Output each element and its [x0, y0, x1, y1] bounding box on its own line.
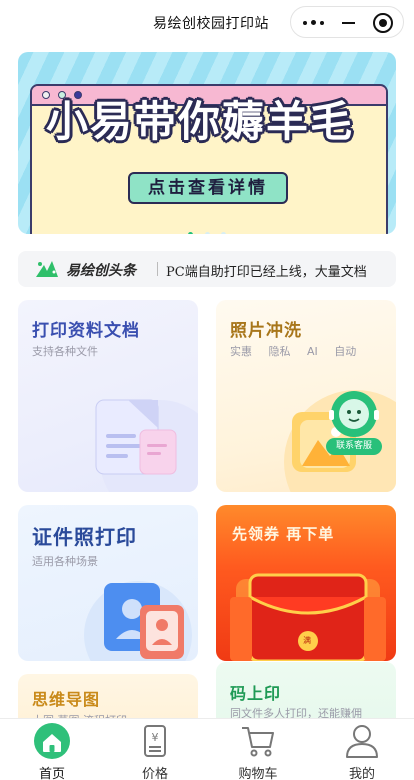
tab-home[interactable]: 首页: [12, 719, 92, 780]
coupon-card[interactable]: 先领券 再下单 满: [216, 505, 396, 661]
mini-program-capsule: [290, 6, 404, 38]
ticker-headline[interactable]: PC端自助打印已经上线，大量文档: [166, 261, 396, 280]
minimize-icon[interactable]: [337, 16, 361, 30]
tab-price[interactable]: ¥ 价格: [115, 719, 195, 780]
banner-headline: 小易带你薅羊毛: [45, 97, 354, 146]
tab-label: 价格: [141, 767, 168, 780]
tab-label: 购物车: [238, 767, 278, 780]
card-subtitle: 支持各种文件: [32, 345, 98, 358]
carousel-indicator: [18, 222, 396, 234]
svg-text:¥: ¥: [152, 731, 159, 744]
app-page: 易绘创校园打印站 小易带你薅羊毛 点击查看详情 易绘创头条 PC端自助打印已经上…: [0, 0, 414, 780]
card-title: 证件照打印: [32, 525, 137, 549]
banner-details-button[interactable]: 点击查看详情: [128, 172, 288, 204]
tab-profile[interactable]: 我的: [322, 719, 402, 780]
tab-cart[interactable]: 购物车: [218, 719, 298, 780]
ticker-divider: [157, 262, 158, 276]
card-tag: 自动: [334, 345, 357, 358]
document-icon: [95, 399, 198, 492]
promo-banner[interactable]: 小易带你薅羊毛 点击查看详情: [18, 52, 396, 234]
card-tag: AI: [307, 345, 318, 358]
cart-icon: [242, 727, 274, 757]
card-tags: 实惠 隐私 AI 自动: [230, 343, 369, 359]
price-icon: ¥: [144, 725, 166, 757]
red-envelope-icon: [230, 573, 386, 661]
bottom-tab-bar: 首页 ¥ 价格 购物车 我的: [0, 718, 414, 780]
photo-printing-card[interactable]: 照片冲洗 实惠 隐私 AI 自动 联系客服: [216, 300, 396, 492]
id-photo-icon: [84, 581, 192, 661]
more-options-icon[interactable]: [301, 16, 331, 30]
tab-label: 我的: [348, 767, 375, 780]
home-icon: [34, 723, 70, 759]
ticker-brand: 易绘创头条: [66, 263, 136, 279]
coupon-badge: 满: [303, 636, 311, 645]
card-title: 打印资料文档: [32, 321, 140, 341]
customer-service-widget[interactable]: 联系客服: [324, 390, 384, 456]
tab-label: 首页: [38, 767, 65, 780]
customer-service-label: 联系客服: [326, 438, 382, 455]
news-ticker[interactable]: 易绘创头条 PC端自助打印已经上线，大量文档: [18, 251, 396, 287]
card-title: 码上印: [230, 684, 282, 703]
carousel-dot[interactable]: [188, 232, 194, 234]
coupon-title: 先领券 再下单: [232, 525, 335, 543]
id-photo-card[interactable]: 证件照打印 适用各种场景: [18, 505, 198, 661]
profile-icon: [346, 725, 378, 758]
card-title: 照片冲洗: [230, 321, 302, 341]
card-title: 思维导图: [32, 690, 101, 709]
customer-service-icon: [329, 391, 379, 437]
card-tag: 实惠: [230, 345, 252, 358]
close-mini-program-icon[interactable]: [373, 13, 393, 33]
card-tag: 隐私: [268, 345, 291, 358]
carousel-dot[interactable]: [220, 232, 226, 234]
news-logo-icon: [36, 261, 58, 277]
top-navigation-bar: 易绘创校园打印站: [0, 0, 414, 46]
print-documents-card[interactable]: 打印资料文档 支持各种文件: [18, 300, 198, 492]
carousel-dot[interactable]: [204, 232, 210, 234]
